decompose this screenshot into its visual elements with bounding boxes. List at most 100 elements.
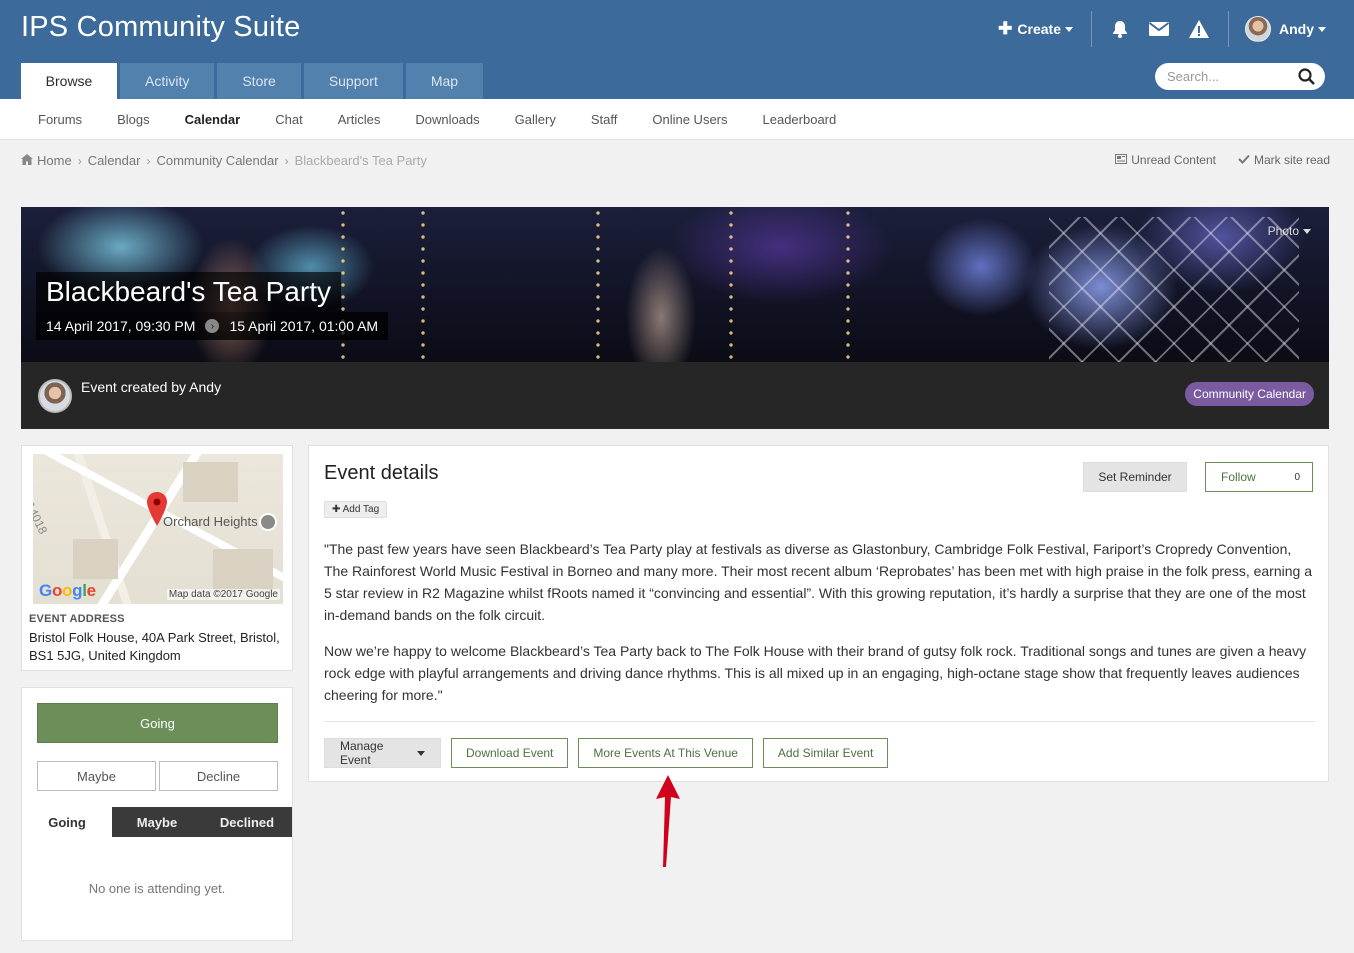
envelope-icon[interactable] [1148,20,1170,38]
map-block [213,549,273,594]
arrow-right-icon: › [205,319,220,333]
site-title[interactable]: IPS Community Suite [21,11,300,44]
tab-support[interactable]: Support [303,63,403,99]
caret-down-icon [417,750,425,756]
download-event-button[interactable]: Download Event [451,738,569,768]
user-bar: ✚ Create Andy [998,11,1326,47]
unread-content-label: Unread Content [1131,153,1216,167]
tab-store[interactable]: Store [217,63,301,99]
mark-site-read-link[interactable]: Mark site read [1238,153,1330,167]
photo-menu-button[interactable]: Photo [1268,224,1311,238]
follow-count: 0 [1294,471,1300,483]
tab-declined[interactable]: Declined [202,807,292,837]
map-data-credit: Map data ©2017 Google [166,589,280,600]
warning-icon[interactable] [1188,19,1210,39]
stage-truss [1049,217,1299,367]
search-input[interactable] [1167,69,1287,84]
divider [324,721,1315,722]
tab-activity[interactable]: Activity [120,63,215,99]
event-address: Bristol Folk House, 40A Park Street, Bri… [29,630,280,663]
follow-button[interactable]: Follow 0 [1205,462,1313,492]
stage-lights [729,207,733,362]
set-reminder-button[interactable]: Set Reminder [1083,462,1187,492]
mark-site-read-label: Mark site read [1253,153,1330,167]
cover-info-bar: Event created by Andy Community Calendar [21,362,1329,429]
add-tag-button[interactable]: ✚ Add Tag [324,501,388,518]
caret-down-icon [1065,26,1073,32]
create-label: Create [1017,21,1061,37]
notification-icons [1092,11,1229,47]
poi-marker-icon [259,513,277,531]
subnav-blogs[interactable]: Blogs [117,112,150,127]
event-description: "The past few years have seen Blackbeard… [324,538,1316,720]
breadcrumb-community-calendar[interactable]: Community Calendar [156,153,278,168]
plus-icon: ✚ [332,504,341,515]
calendar-badge[interactable]: Community Calendar [1185,382,1314,406]
subnav-online-users[interactable]: Online Users [652,112,727,127]
caret-down-icon [1318,26,1326,32]
google-logo: Google [39,581,96,600]
event-title-box: Blackbeard's Tea Party 14 April 2017, 09… [36,272,389,340]
home-icon [21,153,33,168]
tab-maybe[interactable]: Maybe [112,807,202,837]
going-button[interactable]: Going [37,703,278,743]
subnav-gallery[interactable]: Gallery [515,112,556,127]
check-icon [1238,153,1250,167]
user-menu[interactable]: Andy [1229,16,1326,42]
more-events-at-venue-button[interactable]: More Events At This Venue [578,738,753,768]
subnav-staff[interactable]: Staff [591,112,618,127]
create-button[interactable]: ✚ Create [998,11,1092,47]
subnav-chat[interactable]: Chat [275,112,302,127]
plus-icon: ✚ [998,19,1013,38]
caret-down-icon [1303,229,1311,235]
photo-label: Photo [1267,224,1299,238]
subnav-downloads[interactable]: Downloads [415,112,479,127]
event-actions: Manage Event Download Event More Events … [324,738,889,768]
event-title: Blackbeard's Tea Party [36,272,341,312]
manage-event-button[interactable]: Manage Event [324,738,441,768]
subnav-leaderboard[interactable]: Leaderboard [763,112,837,127]
manage-event-label: Manage Event [340,739,384,767]
tab-browse[interactable]: Browse [21,63,117,99]
follow-label: Follow [1221,470,1256,484]
bell-icon[interactable] [1110,19,1130,39]
map-block [73,539,118,579]
subnav-forums[interactable]: Forums [38,112,82,127]
stage-lights [596,207,600,362]
primary-tabs: Browse Activity Store Support Map [21,63,484,99]
annotation-arrow-icon [654,773,682,872]
avatar[interactable] [38,379,72,413]
event-end-date: 15 April 2017, 01:00 AM [229,318,379,334]
attendee-tabs: Going Maybe Declined [22,807,292,837]
subnav-articles[interactable]: Articles [338,112,381,127]
description-paragraph: "The past few years have seen Blackbeard… [324,541,1312,623]
event-address-panel: A4018 Orchard Heights Google Map data ©2… [21,445,293,671]
breadcrumb-actions: Unread Content Mark site read [1115,153,1330,167]
search-box [1155,63,1325,90]
breadcrumb-current: Blackbeard's Tea Party [294,153,427,168]
add-similar-event-button[interactable]: Add Similar Event [762,738,889,768]
tab-map[interactable]: Map [405,63,484,99]
venue-map[interactable]: A4018 Orchard Heights Google Map data ©2… [33,454,283,604]
event-start-date: 14 April 2017, 09:30 PM [46,318,196,334]
event-details-heading: Event details [324,462,439,484]
avatar [1245,16,1271,42]
search-icon[interactable] [1298,68,1315,88]
event-dates: 14 April 2017, 09:30 PM › 15 April 2017,… [36,312,389,340]
subnav-calendar[interactable]: Calendar [185,112,241,127]
event-cover: Photo Blackbeard's Tea Party 14 April 20… [21,207,1329,429]
event-creator: Event created by Andy [81,379,222,395]
rsvp-panel: Going Maybe Decline Going Maybe Declined… [21,687,293,941]
chevron-right-icon: › [146,153,151,168]
tab-going[interactable]: Going [22,807,112,837]
place-label: Orchard Heights [163,514,258,529]
breadcrumb-home[interactable]: Home [37,153,72,168]
road-label: A4018 [33,499,51,537]
maybe-button[interactable]: Maybe [37,761,156,791]
chevron-right-icon: › [77,153,82,168]
site-header: IPS Community Suite ✚ Create Andy Browse… [0,0,1354,99]
unread-content-link[interactable]: Unread Content [1115,153,1216,167]
breadcrumb-calendar[interactable]: Calendar [88,153,141,168]
add-tag-label: Add Tag [342,504,380,515]
decline-button[interactable]: Decline [159,761,278,791]
